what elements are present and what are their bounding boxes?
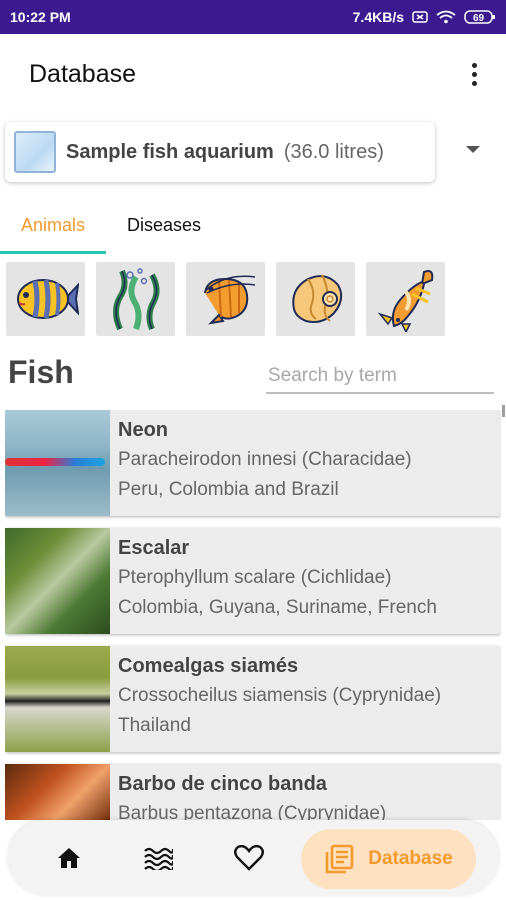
fish-list: Neon Paracheirodon innesi (Characidae) P… — [5, 410, 501, 820]
fish-name: Neon — [118, 419, 168, 441]
wifi-icon — [436, 10, 456, 24]
category-koi[interactable] — [366, 262, 445, 336]
category-snails[interactable] — [276, 262, 355, 336]
battery-icon: 69 — [464, 9, 496, 25]
aquatic-plants-icon — [112, 268, 160, 331]
more-vert-icon[interactable] — [462, 54, 486, 94]
fish-name: Comealgas siamés — [118, 655, 299, 677]
nav-home[interactable] — [49, 838, 89, 878]
dropdown-arrow-icon[interactable] — [466, 146, 480, 153]
battery-level: 69 — [473, 13, 485, 24]
fish-info: Neon Paracheirodon innesi (Characidae) P… — [110, 410, 412, 516]
fish-list-item[interactable]: Escalar Pterophyllum scalare (Cichlidae)… — [5, 528, 501, 634]
category-fish[interactable] — [6, 262, 85, 336]
network-speed: 7.4KB/s — [352, 9, 404, 25]
app-bar: Database — [0, 34, 506, 114]
fish-origin: Peru, Colombia and Brazil — [118, 479, 339, 500]
fish-scientific-name: Paracheirodon innesi (Characidae) — [118, 449, 412, 470]
aquarium-selector[interactable]: Sample fish aquarium (36.0 litres) — [5, 122, 435, 182]
database-icon — [325, 844, 354, 874]
nav-database[interactable]: Database — [301, 829, 476, 889]
status-icons: 7.4KB/s 69 — [353, 9, 496, 25]
list-scrollbar[interactable] — [502, 405, 505, 417]
heart-icon — [234, 845, 264, 871]
category-filter — [6, 262, 445, 336]
fish-list-item[interactable]: Neon Paracheirodon innesi (Characidae) P… — [5, 410, 501, 516]
nav-favorites[interactable] — [229, 838, 269, 878]
tab-animals[interactable]: Animals — [0, 196, 106, 254]
status-time: 10:22 PM — [10, 9, 71, 25]
bottom-nav: Database — [8, 820, 499, 896]
water-icon — [144, 847, 173, 870]
tab-diseases[interactable]: Diseases — [106, 196, 222, 254]
fish-info: Barbo de cinco banda Barbus pentazona (C… — [110, 764, 386, 820]
home-icon — [58, 848, 80, 868]
tropical-fish-icon — [16, 279, 79, 319]
fish-scientific-name: Barbus pentazona (Cyprynidae) — [118, 803, 387, 820]
fish-photo — [5, 410, 110, 516]
fish-info: Comealgas siamés Crossocheilus siamensis… — [110, 646, 441, 752]
nav-water-parameters[interactable] — [138, 838, 178, 878]
sim-icon — [412, 11, 428, 23]
section-title: Fish — [8, 354, 74, 390]
nav-database-label: Database — [368, 848, 453, 869]
fish-photo — [5, 646, 110, 752]
fish-list-item[interactable]: Comealgas siamés Crossocheilus siamensis… — [5, 646, 501, 752]
fish-name: Barbo de cinco banda — [118, 773, 327, 795]
fish-origin: Thailand — [118, 715, 191, 736]
fish-list-item[interactable]: Barbo de cinco banda Barbus pentazona (C… — [5, 764, 501, 820]
fish-origin: Colombia, Guyana, Suriname, French — [118, 597, 437, 618]
fish-name: Escalar — [118, 537, 190, 559]
fish-photo — [5, 528, 110, 634]
search-input[interactable] — [266, 360, 494, 394]
shrimp-icon — [203, 275, 255, 325]
category-plants[interactable] — [96, 262, 175, 336]
snail-icon — [291, 274, 342, 323]
aquarium-name: Sample fish aquarium — [66, 140, 274, 163]
fish-scientific-name: Crossocheilus siamensis (Cyprynidae) — [118, 685, 442, 706]
status-bar: 10:22 PM 7.4KB/s 69 — [0, 0, 506, 34]
koi-fish-icon — [377, 270, 433, 332]
fish-scientific-name: Pterophyllum scalare (Cichlidae) — [118, 567, 392, 588]
aquarium-volume: (36.0 litres) — [283, 140, 384, 163]
category-shrimp[interactable] — [186, 262, 265, 336]
aquarium-icon — [14, 131, 56, 173]
fish-photo — [5, 764, 110, 820]
page-title: Database — [29, 59, 137, 88]
fish-info: Escalar Pterophyllum scalare (Cichlidae)… — [110, 528, 437, 634]
tab-bar: Animals Diseases — [0, 196, 506, 254]
